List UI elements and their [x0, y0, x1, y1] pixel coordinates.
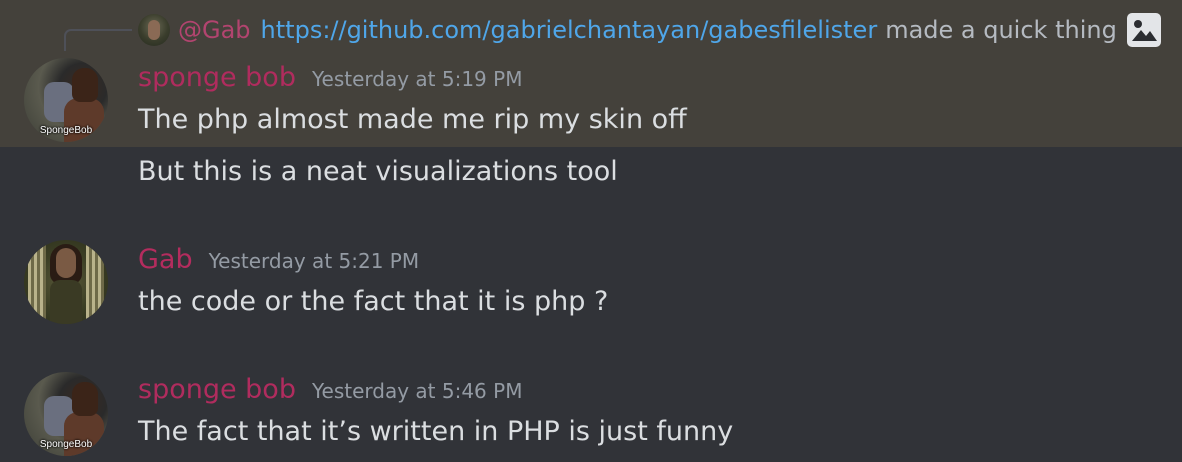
avatar-sponge-bob[interactable]: SpongeBob: [24, 372, 108, 456]
message-header: Gab Yesterday at 5:21 PM: [138, 244, 419, 275]
message-text: The php almost made me rip my skin off: [138, 104, 687, 135]
timestamp[interactable]: Yesterday at 5:46 PM: [312, 379, 523, 403]
image-attachment-icon[interactable]: [1126, 13, 1161, 47]
reply-avatar[interactable]: [138, 14, 170, 46]
reply-preview[interactable]: @Gab https://github.com/gabrielchantayan…: [138, 11, 1161, 49]
reply-link[interactable]: https://github.com/gabrielchantayan/gabe…: [261, 16, 878, 44]
timestamp[interactable]: Yesterday at 5:21 PM: [209, 249, 420, 273]
avatar-sponge-bob[interactable]: SpongeBob: [24, 58, 108, 142]
message-text: The fact that it’s written in PHP is jus…: [138, 416, 734, 447]
timestamp[interactable]: Yesterday at 5:19 PM: [312, 67, 523, 91]
username[interactable]: sponge bob: [138, 62, 296, 93]
reply-text: made a quick thing: [885, 16, 1117, 44]
chat-area: @Gab https://github.com/gabrielchantayan…: [0, 0, 1182, 462]
message-header: sponge bob Yesterday at 5:19 PM: [138, 62, 522, 93]
avatar-gab[interactable]: [24, 240, 108, 324]
message-text: the code or the fact that it is php ?: [138, 286, 609, 317]
reply-mention[interactable]: @Gab: [178, 16, 251, 44]
avatar-caption: SpongeBob: [39, 125, 93, 136]
message-header: sponge bob Yesterday at 5:46 PM: [138, 374, 522, 405]
username[interactable]: Gab: [138, 244, 193, 275]
message-text: But this is a neat visualizations tool: [138, 156, 618, 187]
username[interactable]: sponge bob: [138, 374, 296, 405]
reply-connector: [64, 29, 132, 51]
avatar-caption: SpongeBob: [39, 439, 93, 450]
